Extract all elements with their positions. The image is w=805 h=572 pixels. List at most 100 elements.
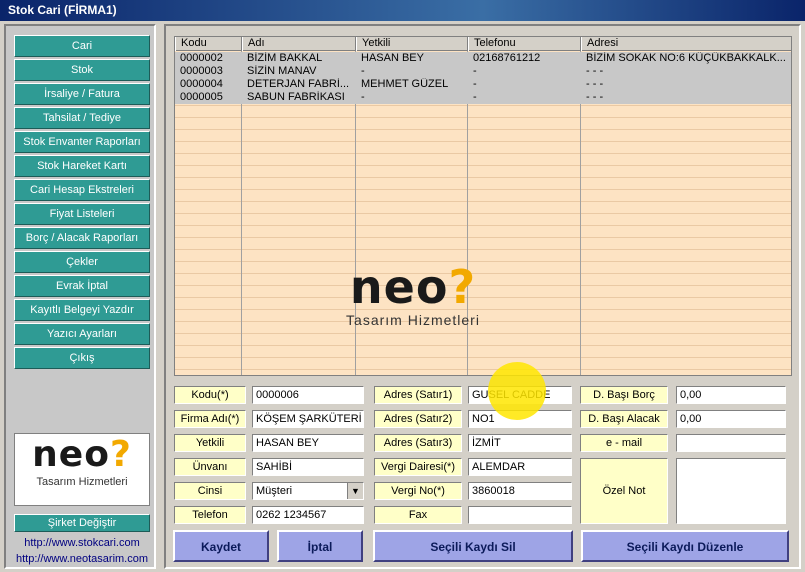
table-cell: - [473, 65, 477, 77]
label-ozel-not: Özel Not [580, 458, 668, 524]
label-adres2: Adres (Satır2) [374, 410, 462, 428]
table-cell: - - - [586, 65, 604, 77]
fax-field[interactable] [468, 506, 572, 524]
save-button[interactable]: Kaydet [173, 530, 269, 562]
label-fax: Fax [374, 506, 462, 524]
firma-adi-field[interactable]: KÖŞEM ŞARKÜTERİ [252, 410, 364, 428]
menu-item-10[interactable]: Çekler [14, 251, 150, 273]
table-row[interactable]: 0000003 SİZİN MANAV - - - - - [175, 65, 791, 78]
watermark-logo: neo? Tasarım Hizmetleri [323, 262, 503, 328]
grid-row-line [175, 357, 791, 358]
company-switch-button[interactable]: Şirket Değiştir [14, 514, 150, 532]
menu-item-5[interactable]: Stok Envanter Raporları [14, 131, 150, 153]
col-header-kodu[interactable]: Kodu [175, 37, 242, 51]
menu-item-7[interactable]: Cari Hesap Ekstreleri [14, 179, 150, 201]
watermark-word: neo [349, 260, 449, 314]
grid-row-line [175, 153, 791, 154]
table-cell: BİZİM SOKAK NO:6 KÜÇÜKBAKKALK... [586, 52, 786, 64]
ozel-not-field[interactable] [676, 458, 786, 524]
label-kodu: Kodu(*) [174, 386, 246, 404]
table-cell: - - - [586, 78, 604, 90]
cinsi-value: Müşteri [256, 485, 293, 497]
label-email: e - mail [580, 434, 668, 452]
menu-item-6[interactable]: Stok Hareket Kartı [14, 155, 150, 177]
table-cell: - [473, 91, 477, 103]
cinsi-select[interactable]: Müşteri ▼ [252, 482, 364, 500]
table-row[interactable]: 0000002 BİZİM BAKKAL HASAN BEY 02168761212 B… [175, 52, 791, 65]
watermark-subtitle: Tasarım Hizmetleri [346, 312, 480, 328]
col-header-yetkili[interactable]: Yetkili [356, 37, 468, 51]
table-cell: 0000004 [180, 78, 223, 90]
vergi-no-field[interactable]: 3860018 [468, 482, 572, 500]
menu-item-14[interactable]: Çıkış [14, 347, 150, 369]
records-grid[interactable]: Kodu Adı Yetkili Telefonu Adresi 0000002… [174, 36, 792, 376]
delete-selected-button[interactable]: Seçili Kaydı Sil [373, 530, 573, 562]
left-panel: Cari Stok İrsaliye / Fatura Tahsilat / Tedi… [4, 24, 156, 569]
grid-row-line [175, 237, 791, 238]
telefon-field[interactable]: 0262 1234567 [252, 506, 364, 524]
grid-row-line [175, 225, 791, 226]
grid-row-line [175, 141, 791, 142]
kodu-field[interactable]: 0000006 [252, 386, 364, 404]
dbasi-borc-field[interactable]: 0,00 [676, 386, 786, 404]
col-header-telefonu[interactable]: Telefonu [468, 37, 581, 51]
logo-word: neo [32, 434, 110, 475]
table-cell: 02168761212 [473, 52, 541, 64]
link-stokcari[interactable]: http://www.stokcari.com [6, 537, 158, 549]
menu-item-3[interactable]: İrsaliye / Fatura [14, 83, 150, 105]
right-panel: Kodu Adı Yetkili Telefonu Adresi 0000002… [164, 24, 801, 569]
label-dbasi-borc: D. Başı Borç [580, 386, 668, 404]
menu-item-2[interactable]: Stok [14, 59, 150, 81]
menu-item-12[interactable]: Kayıtlı Belgeyi Yazdır [14, 299, 150, 321]
grid-row-line [175, 333, 791, 334]
grid-row-line [175, 177, 791, 178]
table-cell: - [361, 65, 365, 77]
table-cell: SİZİN MANAV [247, 65, 317, 77]
menu-item-13[interactable]: Yazıcı Ayarları [14, 323, 150, 345]
label-vergi-dairesi: Vergi Dairesi(*) [374, 458, 462, 476]
grid-row-line [175, 165, 791, 166]
table-row[interactable]: 0000005 SABUN FABRİKASI - - - - - [175, 91, 791, 104]
label-telefon: Telefon [174, 506, 246, 524]
cursor-highlight [488, 362, 546, 420]
table-row[interactable]: 0000004 DETERJAN FABRİ... MEHMET GÜZEL - - -… [175, 78, 791, 91]
grid-row-line [175, 201, 791, 202]
menu-item-9[interactable]: Borç / Alacak Raporları [14, 227, 150, 249]
grid-header: Kodu Adı Yetkili Telefonu Adresi [175, 37, 791, 51]
grid-row-line [175, 129, 791, 130]
table-cell: DETERJAN FABRİ... [247, 78, 350, 90]
table-cell: - - - [586, 91, 604, 103]
vergi-dairesi-field[interactable]: ALEMDAR [468, 458, 572, 476]
menu-item-11[interactable]: Evrak İptal [14, 275, 150, 297]
label-adres3: Adres (Satır3) [374, 434, 462, 452]
menu-item-8[interactable]: Fiyat Listeleri [14, 203, 150, 225]
table-cell: MEHMET GÜZEL [361, 78, 449, 90]
window-title: Stok Cari (FİRMA1) [0, 0, 805, 21]
table-cell: SABUN FABRİKASI [247, 91, 345, 103]
grid-row-line [175, 345, 791, 346]
menu-item-1[interactable]: Cari [14, 35, 150, 57]
email-field[interactable] [676, 434, 786, 452]
table-cell: 0000005 [180, 91, 223, 103]
table-cell: 0000002 [180, 52, 223, 64]
col-header-adi[interactable]: Adı [242, 37, 356, 51]
chevron-down-icon[interactable]: ▼ [347, 483, 363, 499]
unvani-field[interactable]: SAHİBİ [252, 458, 364, 476]
cancel-button[interactable]: İptal [277, 530, 363, 562]
grid-row-line [175, 249, 791, 250]
label-cinsi: Cinsi [174, 482, 246, 500]
label-yetkili: Yetkili [174, 434, 246, 452]
logo-question-icon: ? [109, 434, 132, 475]
watermark-question-icon: ? [448, 260, 477, 314]
yetkili-field[interactable]: HASAN BEY [252, 434, 364, 452]
grid-row-line [175, 105, 791, 106]
edit-selected-button[interactable]: Seçili Kaydı Düzenle [581, 530, 789, 562]
link-neotasarim[interactable]: http://www.neotasarim.com [6, 553, 158, 565]
col-header-adresi[interactable]: Adresi [581, 37, 791, 51]
company-logo: neo? Tasarım Hizmetleri [14, 433, 150, 506]
menu-item-4[interactable]: Tahsilat / Tediye [14, 107, 150, 129]
dbasi-alacak-field[interactable]: 0,00 [676, 410, 786, 428]
adres3-field[interactable]: İZMİT [468, 434, 572, 452]
grid-row-line [175, 213, 791, 214]
label-adres1: Adres (Satır1) [374, 386, 462, 404]
